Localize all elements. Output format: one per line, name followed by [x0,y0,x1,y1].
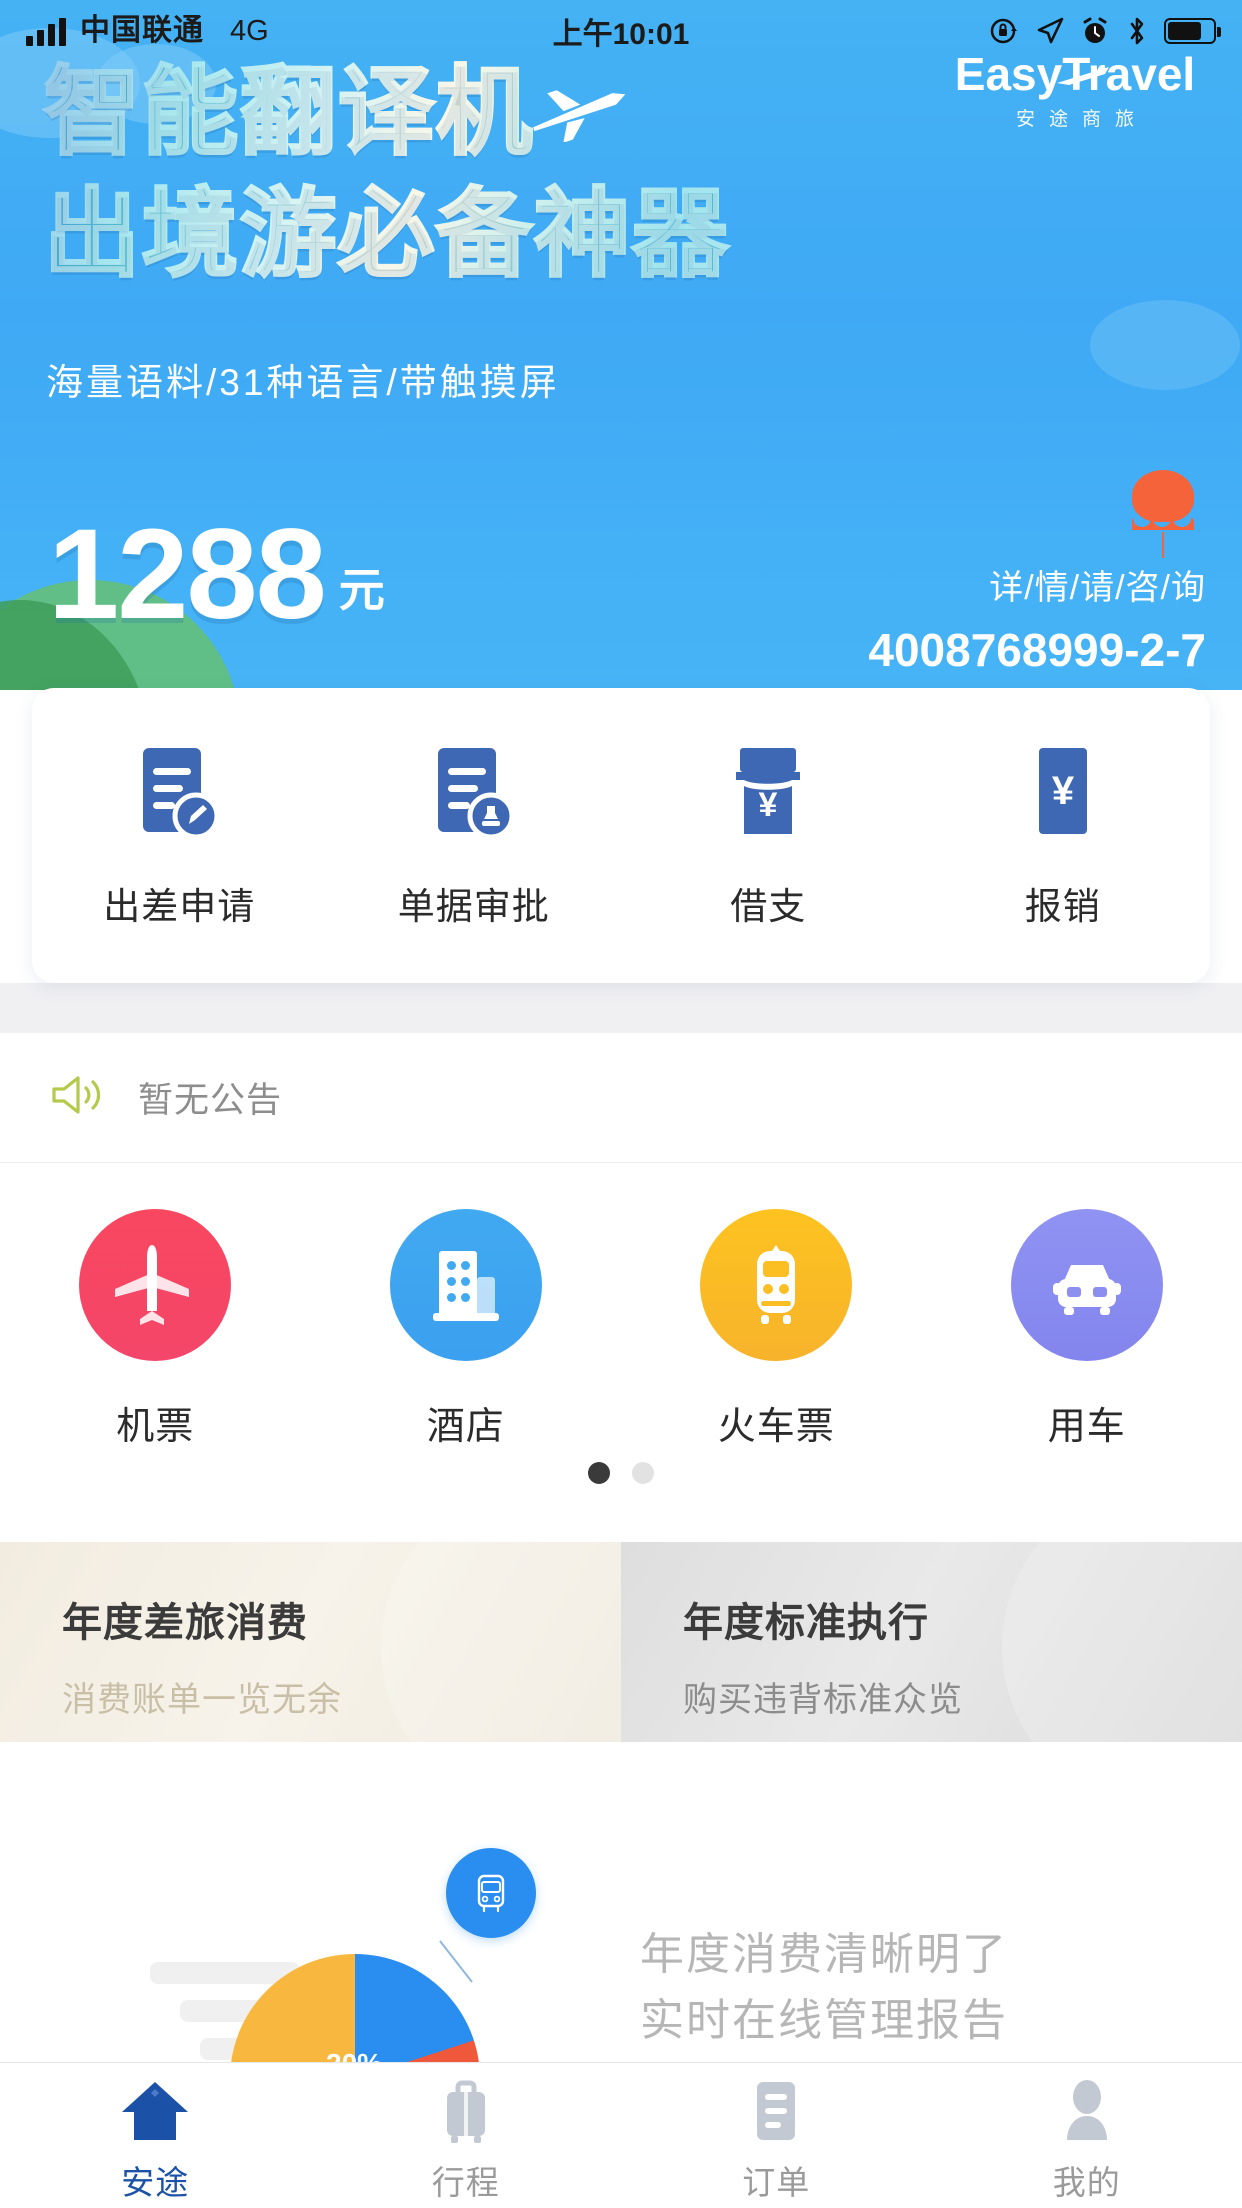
tab-profile[interactable]: 我的 [932,2063,1242,2208]
service-train[interactable]: 火车票 [621,1209,932,1450]
alarm-clock-icon [1080,16,1110,46]
hero-title: 智能翻译机 出境游必备神器 [43,52,804,296]
quick-action-label: 出差申请 [103,885,256,927]
price-value: 1288 [48,503,327,646]
contact-label: 详/情/请/咨/询 [989,569,1206,607]
airplane-decoration-icon [520,78,640,147]
report-text: 年度消费清晰明了 实时在线管理报告 [640,1922,1008,2054]
quick-action-document-approval[interactable]: 单据审批 [327,742,622,930]
promo-cards: 年度差旅消费 消费账单一览无余 年度标准执行 购买违背标准众览 [0,1542,1242,1742]
carousel-pagination[interactable] [0,1462,1242,1484]
printer-yuan-icon: ¥ [722,742,814,846]
announcement-text: 暂无公告 [138,1081,283,1120]
report-line-1: 年度消费清晰明了 [640,1930,1008,1979]
service-label: 酒店 [426,1406,505,1448]
tab-label: 订单 [742,2163,811,2201]
status-bar-right [988,15,1221,47]
location-arrow-icon [1035,16,1065,46]
cloud-decoration [1090,300,1240,390]
service-label: 机票 [116,1406,195,1448]
signal-bars-icon [26,18,66,46]
promo-subtitle: 购买违背标准众览 [683,1681,963,1719]
promo-card-annual-spend[interactable]: 年度差旅消费 消费账单一览无余 [0,1542,621,1742]
document-pen-icon [133,742,225,846]
card-yuan-icon: ¥ [1017,742,1109,846]
bluetooth-icon [1125,15,1149,47]
spending-pie-chart: 20% [130,1848,620,2204]
promo-card-policy-compliance[interactable]: 年度标准执行 购买违背标准众览 [621,1542,1242,1742]
hero-price: 1288 元 [48,503,385,646]
price-unit: 元 [338,564,385,616]
contact-phone[interactable]: 4008768999-2-7 [868,623,1206,677]
train-icon [700,1209,853,1361]
brand-logo-subtitle: 安途商旅 [1015,109,1148,130]
tab-trips[interactable]: 行程 [311,2063,622,2208]
pagination-dot-1[interactable] [588,1462,610,1484]
quick-action-label: 借支 [730,885,807,927]
promo-title: 年度差旅消费 [62,1601,308,1645]
hero-title-line1: 智能翻译机 [43,58,534,168]
svg-text:¥: ¥ [1052,769,1075,813]
network-type: 4G [230,15,269,47]
car-icon [1010,1209,1163,1361]
list-icon [743,2074,809,2148]
tab-label: 安途 [121,2163,190,2201]
luggage-icon [431,2074,501,2148]
status-bar: 中国联通 4G 上午10:01 [0,0,1242,62]
callout-line [439,1940,473,1983]
tab-label: 行程 [431,2163,500,2201]
promo-title: 年度标准执行 [683,1601,929,1645]
carrier-name: 中国联通 [80,14,204,47]
quick-actions-card: 出差申请 单据审批 ¥ 借支 ¥ 报销 [32,688,1210,983]
tab-label: 我的 [1052,2163,1121,2201]
hero-title-line2: 出境游必备神器 [43,180,730,290]
report-line-2: 实时在线管理报告 [640,1996,1008,2045]
section-divider [0,983,1242,1033]
promo-subtitle: 消费账单一览无余 [62,1681,342,1719]
tab-home[interactable]: 安途 [0,2063,311,2208]
tab-orders[interactable]: 订单 [621,2063,932,2208]
hero-contact[interactable]: 详/情/请/咨/询 4008768999-2-7 [868,560,1206,677]
report-section[interactable]: 20% [0,1742,1242,2204]
hero-banner[interactable]: EasyTravel 安途商旅 智能翻译机 出境游必备神器 海量语料/31种语言… [0,0,1242,690]
service-car[interactable]: 用车 [932,1209,1242,1450]
svg-text:¥: ¥ [759,786,778,824]
quick-action-travel-request[interactable]: 出差申请 [32,742,327,930]
service-hotel[interactable]: 酒店 [311,1209,622,1450]
announcement-bar[interactable]: 暂无公告 [0,1033,1242,1163]
airplane-icon [79,1209,232,1361]
quick-action-label: 报销 [1024,885,1101,927]
bus-badge-icon [446,1848,536,1938]
document-stamp-icon [428,742,520,846]
pagination-dot-2[interactable] [632,1462,654,1484]
battery-icon [1164,18,1221,44]
home-icon [118,2074,192,2148]
hero-subtitle: 海量语料/31种语言/带触摸屏 [46,362,560,403]
building-icon [389,1209,542,1361]
status-bar-left: 中国联通 4G [26,16,269,46]
rotation-lock-icon [988,15,1020,47]
speaker-icon [50,1072,104,1123]
service-label: 用车 [1047,1406,1126,1448]
quick-action-reimbursement[interactable]: ¥ 报销 [916,742,1211,930]
person-icon [1054,2074,1120,2148]
bottom-tab-bar: 安途 行程 订单 我的 [0,2062,1242,2208]
quick-action-label: 单据审批 [397,885,550,927]
hot-air-balloon-icon [1132,470,1194,558]
service-flight[interactable]: 机票 [0,1209,311,1450]
service-label: 火车票 [717,1406,835,1448]
quick-action-advance[interactable]: ¥ 借支 [621,742,916,930]
